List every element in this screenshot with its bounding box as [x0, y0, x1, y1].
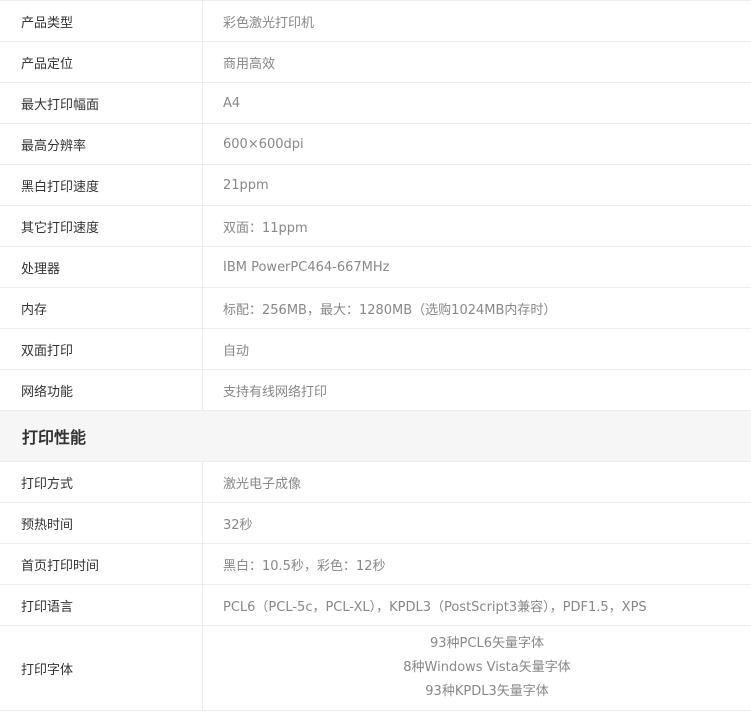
spec-row: 内存 标配：256MB，最大：1280MB（选购1024MB内存时） — [0, 288, 751, 329]
section-header: 打印性能 — [0, 411, 751, 462]
spec-value: 支持有线网络打印 — [223, 384, 328, 400]
spec-label: 双面打印 — [0, 329, 203, 369]
font-line: 93种PCL6矢量字体 — [430, 636, 544, 651]
spec-row: 双面打印 自动 — [0, 329, 751, 370]
spec-label: 打印字体 — [0, 626, 203, 710]
spec-label: 最高分辨率 — [0, 124, 203, 164]
spec-label: 打印方式 — [0, 462, 203, 502]
spec-row: 打印方式 激光电子成像 — [0, 462, 751, 503]
spec-row: 预热时间 32秒 — [0, 503, 751, 544]
spec-row: 打印字体 93种PCL6矢量字体 8种Windows Vista矢量字体 93种… — [0, 626, 751, 711]
spec-value: 彩色激光打印机 — [223, 15, 315, 31]
spec-label: 首页打印时间 — [0, 544, 203, 584]
spec-row: 打印语言 PCL6（PCL-5c，PCL-XL），KPDL3（PostScript… — [0, 585, 751, 626]
spec-label: 其它打印速度 — [0, 206, 203, 246]
spec-label: 网络功能 — [0, 370, 203, 410]
spec-row: 首页打印时间 黑白：10.5秒，彩色：12秒 — [0, 544, 751, 585]
spec-label: 预热时间 — [0, 503, 203, 543]
spec-value: PCL6（PCL-5c，PCL-XL），KPDL3（PostScript3兼容）… — [223, 599, 647, 615]
spec-row: 黑白打印速度 21ppm — [0, 165, 751, 206]
spec-row: 其它打印速度 双面：11ppm — [0, 206, 751, 247]
spec-value: IBM PowerPC464-667MHz — [223, 259, 390, 275]
spec-value: 黑白：10.5秒，彩色：12秒 — [223, 558, 386, 574]
spec-label: 黑白打印速度 — [0, 165, 203, 205]
spec-row: 处理器 IBM PowerPC464-667MHz — [0, 247, 751, 288]
spec-row: 产品定位 商用高效 — [0, 42, 751, 83]
spec-value: 93种PCL6矢量字体 8种Windows Vista矢量字体 93种KPDL3… — [203, 626, 751, 710]
spec-label: 内存 — [0, 288, 203, 328]
spec-label: 处理器 — [0, 247, 203, 287]
spec-value: 32秒 — [223, 517, 253, 533]
spec-value: 双面：11ppm — [223, 220, 308, 236]
spec-label: 产品定位 — [0, 42, 203, 82]
spec-label: 打印语言 — [0, 585, 203, 625]
spec-value: 标配：256MB，最大：1280MB（选购1024MB内存时） — [223, 302, 557, 318]
spec-value: 激光电子成像 — [223, 476, 302, 492]
spec-label: 最大打印幅面 — [0, 83, 203, 123]
font-line: 8种Windows Vista矢量字体 — [403, 660, 571, 675]
spec-row: 网络功能 支持有线网络打印 — [0, 370, 751, 411]
spec-value: A4 — [223, 95, 241, 111]
spec-table: 产品类型 彩色激光打印机 产品定位 商用高效 最大打印幅面 A4 最高分辨率 600×6… — [0, 0, 751, 711]
font-line: 93种KPDL3矢量字体 — [425, 684, 549, 699]
spec-value: 商用高效 — [223, 56, 276, 72]
spec-value: 21ppm — [223, 177, 269, 193]
spec-value: 600×600dpi — [223, 136, 304, 152]
spec-row: 最大打印幅面 A4 — [0, 83, 751, 124]
spec-row: 产品类型 彩色激光打印机 — [0, 1, 751, 42]
spec-label: 产品类型 — [0, 1, 203, 41]
spec-row: 最高分辨率 600×600dpi — [0, 124, 751, 165]
section-title: 打印性能 — [22, 428, 87, 447]
spec-value: 自动 — [223, 343, 250, 359]
